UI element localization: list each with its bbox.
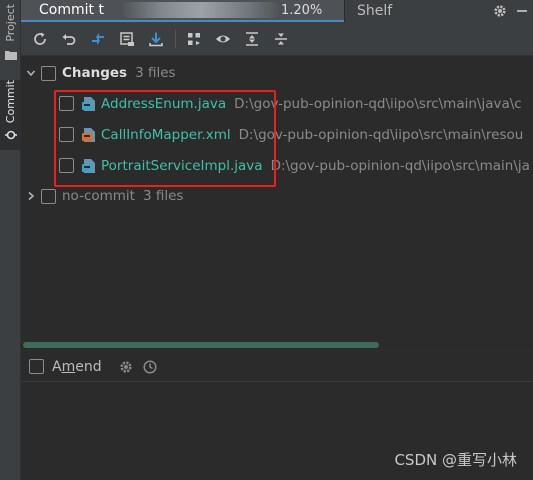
java-class-icon: [81, 158, 97, 174]
update-icon[interactable]: [144, 27, 168, 51]
chevron-right-icon[interactable]: [21, 191, 41, 201]
project-tab-label: Project: [4, 4, 17, 42]
file-row[interactable]: CallInfoMapper.xml D:\gov-pub-opinion-qd…: [21, 119, 533, 150]
commit-tool-tab[interactable]: Commit: [0, 80, 21, 150]
amend-label-mnemonic: m: [61, 358, 76, 375]
xml-file-icon: [81, 127, 97, 143]
amend-label-suffix: end: [75, 358, 102, 375]
rollback-icon[interactable]: [57, 27, 81, 51]
tabbar-spacer: [402, 0, 489, 22]
amend-label-prefix: A: [52, 358, 62, 375]
file-row[interactable]: AddressEnum.java D:\gov-pub-opinion-qd\i…: [21, 88, 533, 119]
collapse-all-icon[interactable]: [269, 27, 293, 51]
tab-shelf-label: Shelf: [357, 3, 393, 19]
amend-checkbox[interactable]: [29, 359, 44, 374]
expand-all-icon[interactable]: [240, 27, 264, 51]
tab-commit-tail: 1.20%: [281, 2, 323, 18]
changes-file-count: 3 files: [135, 65, 176, 81]
java-class-icon: [81, 96, 97, 112]
gear-icon[interactable]: [489, 0, 511, 22]
no-commit-file-count: 3 files: [142, 188, 184, 204]
horizontal-scrollbar[interactable]: [23, 342, 379, 348]
file-path: D:\gov-pub-opinion-qd\iipo\src\main\reso…: [238, 126, 524, 143]
panel-divider: [21, 350, 533, 351]
refresh-icon[interactable]: [28, 27, 52, 51]
tool-window-strip: Project Commit: [0, 0, 21, 480]
diff-icon[interactable]: [86, 27, 110, 51]
tab-commit[interactable]: Commit t 1.20%: [21, 0, 344, 22]
group-by-icon[interactable]: [182, 27, 206, 51]
file-name: CallInfoMapper.xml: [101, 126, 231, 143]
changes-checkbox[interactable]: [41, 65, 56, 81]
commit-tab-label: Commit: [4, 80, 17, 124]
gear-icon[interactable]: [118, 359, 134, 375]
project-tool-tab[interactable]: Project: [0, 4, 21, 66]
file-name: PortraitServiceImpl.java: [101, 157, 263, 174]
commit-icon: [4, 126, 17, 145]
no-commit-group-row[interactable]: no-commit 3 files: [21, 181, 533, 211]
view-options-icon[interactable]: [211, 27, 235, 51]
file-checkbox[interactable]: [59, 96, 74, 111]
changes-tree: Changes 3 files AddressEnum.java D:\gov-…: [21, 58, 533, 211]
changes-group-row[interactable]: Changes 3 files: [21, 58, 533, 88]
obscured-text: [121, 2, 281, 18]
chevron-down-icon[interactable]: [21, 68, 41, 78]
tab-commit-label: Commit t: [39, 2, 104, 18]
tool-window-tabbar: Commit t 1.20% Shelf: [21, 0, 533, 22]
file-checkbox[interactable]: [59, 158, 74, 173]
no-commit-label: no-commit: [62, 188, 135, 204]
amend-label[interactable]: Amend: [52, 359, 102, 375]
file-row[interactable]: PortraitServiceImpl.java D:\gov-pub-opin…: [21, 150, 533, 181]
no-commit-checkbox[interactable]: [41, 188, 56, 204]
tab-shelf[interactable]: Shelf: [344, 0, 402, 22]
history-clock-icon[interactable]: [142, 359, 158, 375]
toolbar-separator: [175, 29, 176, 48]
file-checkbox[interactable]: [59, 127, 74, 142]
file-name: AddressEnum.java: [101, 95, 227, 112]
commit-toolbar: [21, 22, 533, 56]
amend-bar: Amend: [21, 352, 533, 382]
folder-icon: [4, 45, 17, 64]
show-diff-editor-icon[interactable]: [115, 27, 139, 51]
file-path: D:\gov-pub-opinion-qd\iipo\src\main\java…: [234, 95, 522, 112]
file-path: D:\gov-pub-opinion-qd\iipo\src\main\ja: [270, 157, 530, 174]
minimize-icon[interactable]: [511, 0, 533, 22]
changes-group-label: Changes: [62, 65, 128, 81]
watermark-text: CSDN @重写小林: [394, 451, 517, 469]
